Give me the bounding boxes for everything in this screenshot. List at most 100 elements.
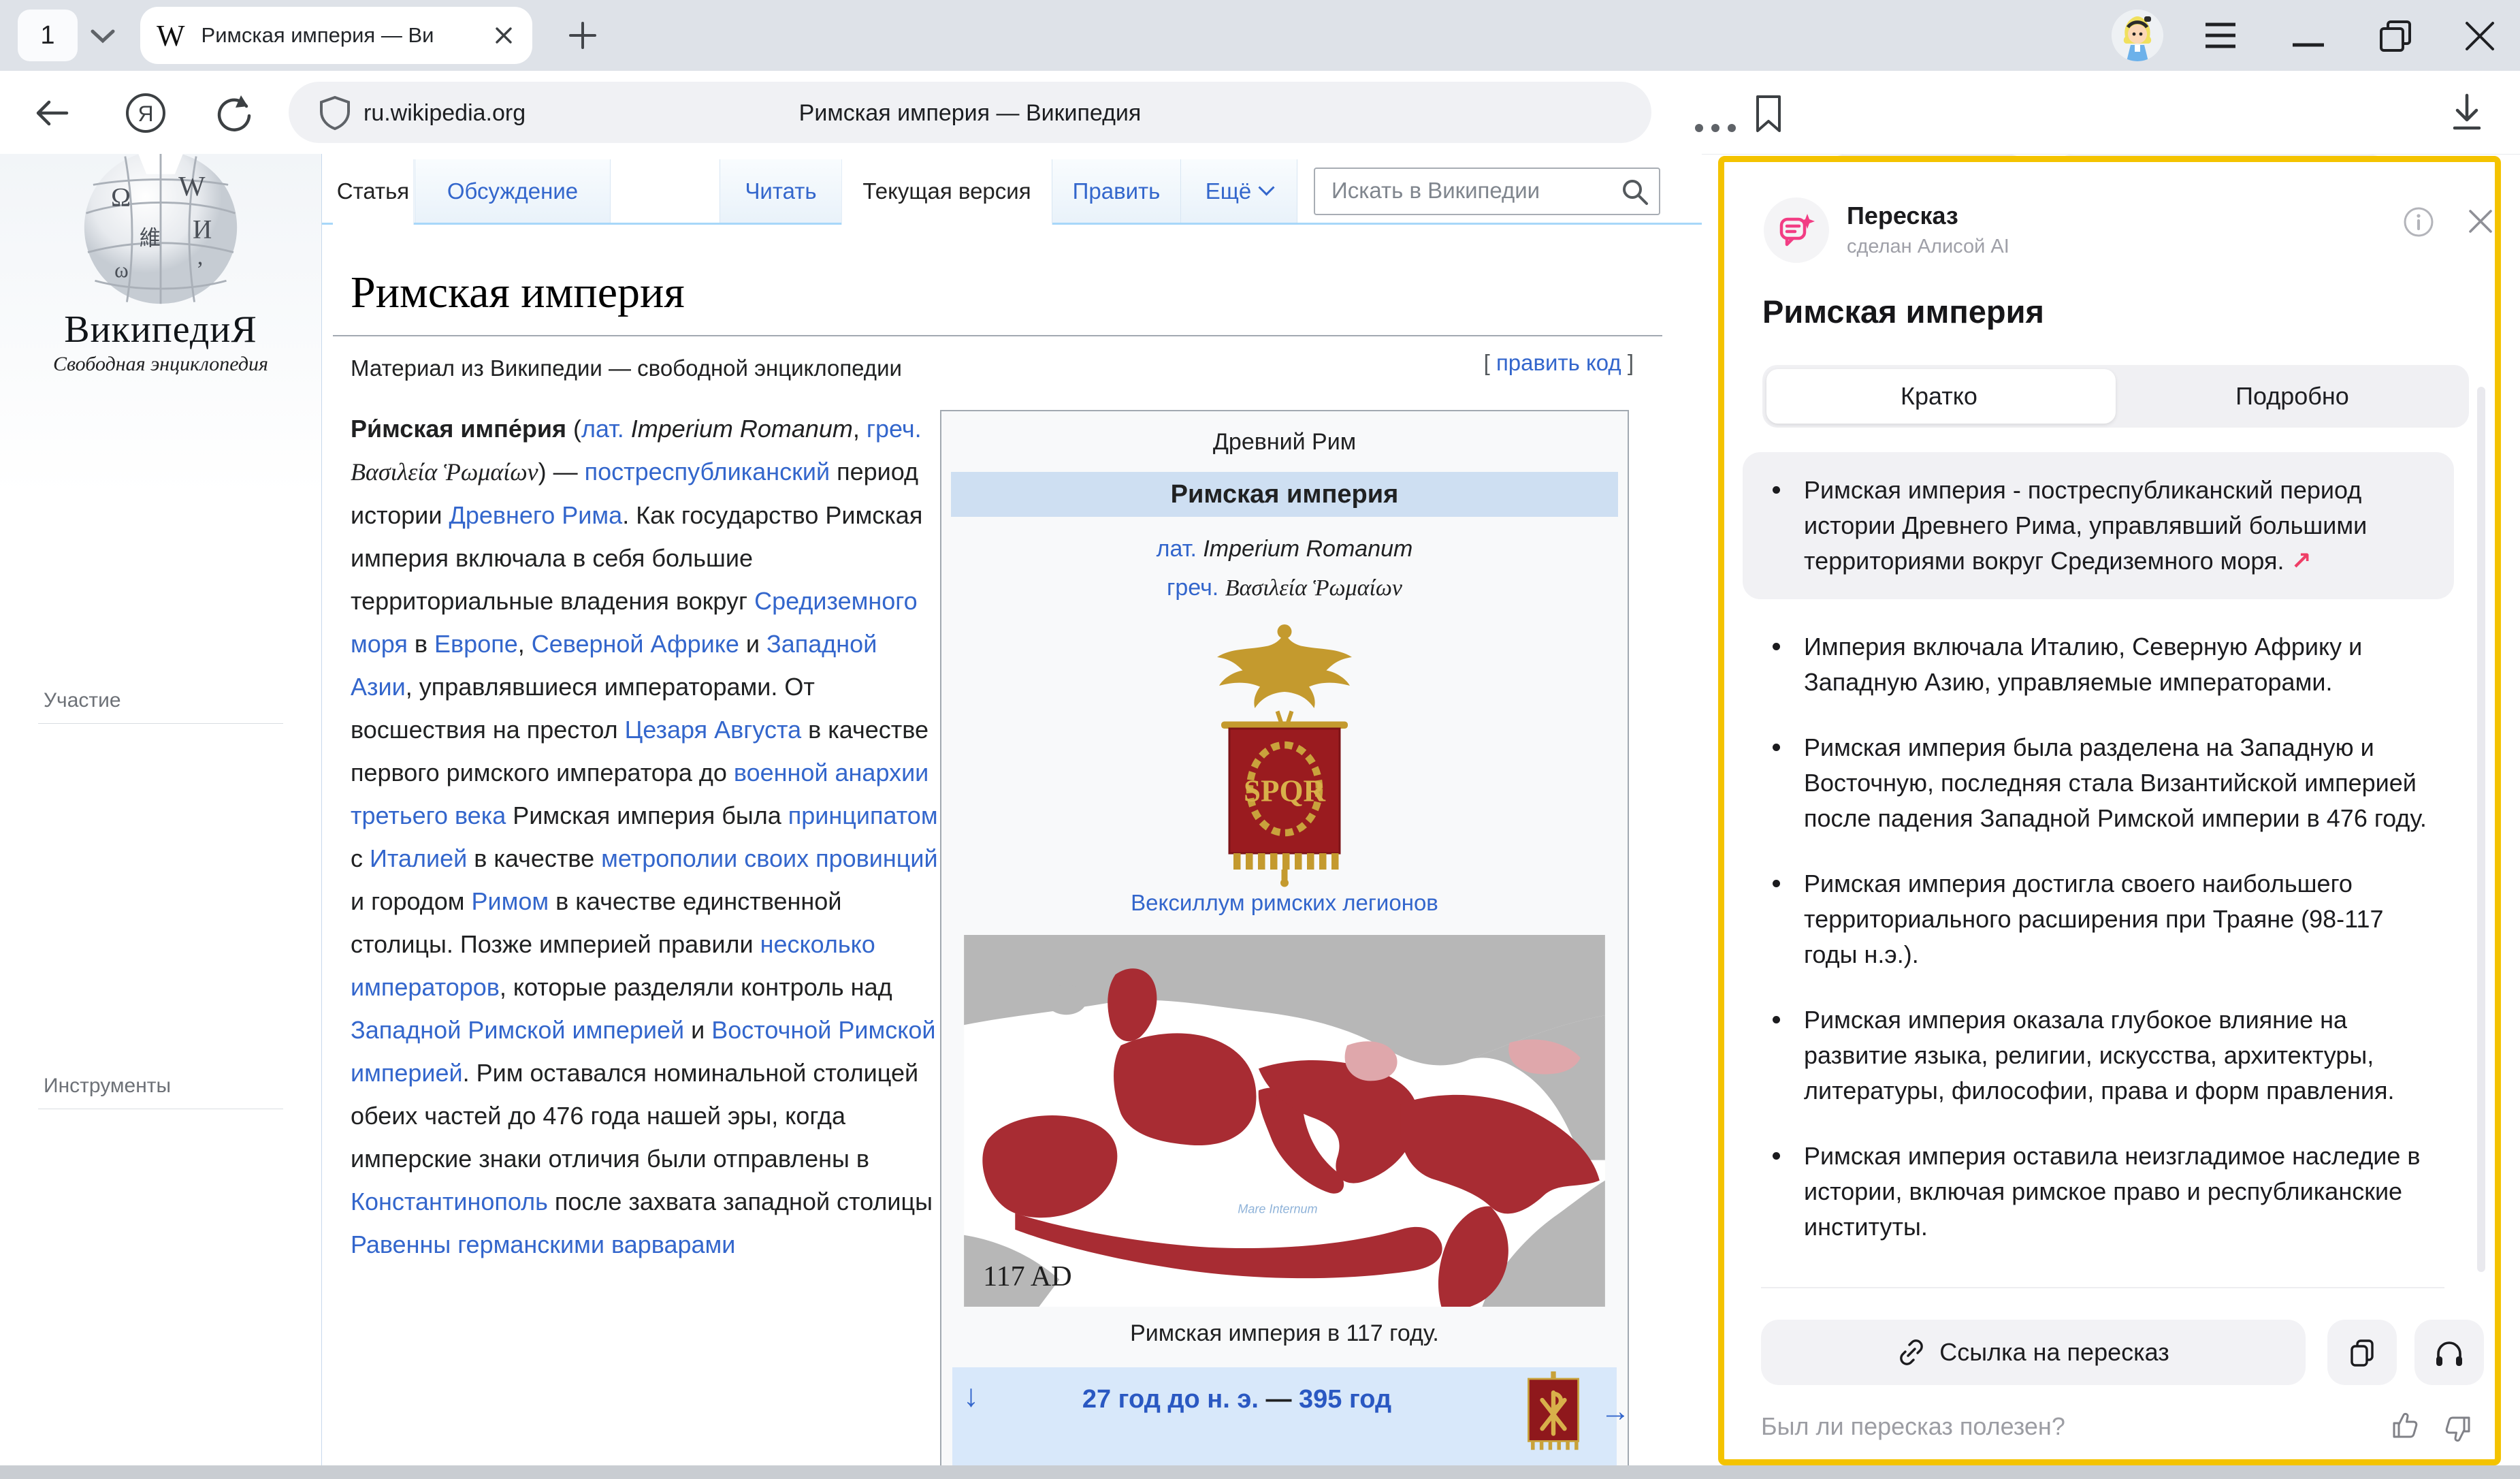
summary-bullet: Римская империя была разделена на Западн… [1763, 730, 2434, 836]
search-icon[interactable] [1620, 177, 1650, 207]
panel-subtitle: сделан Алисой AI [1847, 236, 2009, 258]
chevron-down-icon [1259, 179, 1275, 195]
tab-edit[interactable]: Править [1052, 159, 1181, 223]
url-field[interactable]: ru.wikipedia.org Римская империя — Викип… [289, 82, 1651, 143]
download-icon[interactable] [2445, 91, 2489, 135]
thumb-down-icon[interactable] [2440, 1412, 2474, 1446]
svg-text:W: W [178, 171, 206, 202]
title-rule [333, 335, 1662, 336]
infobox-name: Римская империя [951, 472, 1618, 517]
wikipedia-favicon: W [157, 18, 185, 53]
panel-title: Пересказ [1847, 202, 1958, 230]
link-icon [1897, 1338, 1926, 1367]
wiki-search-box[interactable] [1314, 168, 1660, 215]
wikipedia-globe-logo[interactable]: Ω W И 維 ʼ ω [68, 154, 253, 309]
article-title: Римская империя [351, 267, 685, 319]
tab-brief[interactable]: Кратко [1762, 365, 2116, 428]
summary-bullet: Римская империя - постреспубликанский пе… [1743, 452, 2454, 599]
feedback-question: Был ли пересказ полезен? [1761, 1412, 2065, 1441]
summary-bullet: Римская империя оставила неизгладимое на… [1763, 1139, 2434, 1245]
browser-tab[interactable]: W Римская империя — Ви [140, 7, 532, 64]
page-title: Римская империя — Википедия [289, 100, 1651, 127]
empire-map[interactable]: Mare Internum 117 AD [963, 935, 1606, 1307]
search-input[interactable] [1330, 173, 1619, 208]
yandex-icon[interactable]: Я [124, 91, 167, 135]
svg-text:И: И [193, 215, 212, 244]
map-year-label: 117 AD [983, 1261, 1071, 1292]
minimize-icon[interactable] [2291, 42, 2325, 48]
tab-group-count: 1 [40, 21, 54, 50]
empire-period[interactable]: 27 год до н. э. — 395 год [952, 1385, 1521, 1414]
info-icon[interactable] [2402, 206, 2435, 238]
svg-text:Ω: Ω [111, 183, 131, 212]
tab-group-chip[interactable]: 1 [18, 10, 78, 61]
wikipedia-tagline: Свободная энциклопедия [0, 353, 321, 376]
summary-link-button[interactable]: Ссылка на пересказ [1761, 1320, 2306, 1385]
chi-rho-banner-flag[interactable] [1516, 1371, 1591, 1459]
tab-current-version[interactable]: Текущая версия [841, 159, 1052, 225]
tab-group-chevron-icon[interactable] [87, 26, 118, 45]
bookmark-icon[interactable] [1751, 93, 1786, 135]
infobox-topline[interactable]: Древний Рим [941, 429, 1628, 456]
wiki-sidebar: Ω W И 維 ʼ ω ВикипедиЯ Свободная энциклоп… [0, 154, 322, 1465]
copy-button[interactable] [2327, 1320, 2397, 1385]
wikipedia-wordmark[interactable]: ВикипедиЯ [0, 308, 321, 351]
sidebar-tools-links [44, 1124, 275, 1133]
edit-code[interactable]: править код [1496, 350, 1621, 375]
restore-icon[interactable] [2378, 19, 2414, 54]
summary-bullet: Римская империя достигла своего наибольш… [1763, 866, 2434, 972]
summary-bullets: Римская империя - постреспубликанский пе… [1763, 452, 2444, 1275]
sidebar-divider [38, 723, 283, 724]
profile-avatar[interactable] [2112, 10, 2163, 61]
browser-tabstrip: 1 W Римская империя — Ви [0, 0, 2520, 71]
infobox-period-band: ↓ 27 год до н. э. — 395 год → [952, 1367, 1617, 1465]
close-window-icon[interactable] [2463, 19, 2497, 53]
map-sea-label: Mare Internum [1238, 1203, 1317, 1216]
close-panel-icon[interactable] [2465, 206, 2496, 237]
tab-title: Римская империя — Ви [201, 23, 491, 48]
more-icon[interactable] [1692, 123, 1739, 133]
address-bar: Я ru.wikipedia.org Римская империя — Вик… [0, 71, 2520, 155]
tab-close-icon[interactable] [491, 23, 516, 48]
thumb-up-icon[interactable] [2389, 1408, 2423, 1442]
infobox: Древний Рим Римская империя лат. Imperiu… [940, 410, 1629, 1465]
article-subtitle: Материал из Википедии — свободной энцикл… [351, 355, 902, 381]
external-link-icon[interactable]: ↗ [2284, 547, 2311, 575]
tab-article[interactable]: Статья [333, 159, 414, 225]
tab-detailed[interactable]: Подробно [2116, 365, 2469, 428]
summary-bullet: Римская империя оказала глубокое влияние… [1763, 1002, 2434, 1109]
back-icon[interactable] [33, 94, 71, 132]
summary-heading: Римская империя [1762, 293, 2044, 330]
infobox-greek-name: греч. Βασιλεία Ῥωμαίων [941, 575, 1628, 601]
tab-more[interactable]: Ещё [1180, 159, 1297, 223]
wiki-tab-row: Статья Обсуждение Читать Текущая версия … [322, 154, 1702, 225]
wikipedia-page: Ω W И 維 ʼ ω ВикипедиЯ Свободная энциклоп… [0, 154, 1702, 1465]
summary-mode-switch: Кратко Подробно [1762, 365, 2469, 428]
panel-divider [1761, 1287, 2444, 1288]
retell-panel: Пересказ сделан Алисой AI Римская импери… [1718, 156, 2501, 1465]
menu-icon[interactable] [2203, 20, 2238, 50]
svg-text:ʼ: ʼ [196, 257, 204, 283]
tab-talk[interactable]: Обсуждение [415, 159, 611, 223]
vexillum-image[interactable]: SPQR [1182, 615, 1387, 887]
sidebar-section-header: Участие [44, 689, 121, 712]
panel-scrollbar[interactable] [2477, 387, 2485, 1272]
sidebar-section-header: Инструменты [44, 1075, 171, 1098]
screen: 1 W Римская империя — Ви [0, 0, 2520, 1479]
svg-text:維: 維 [140, 226, 161, 250]
map-caption: Римская империя в 117 году. [941, 1320, 1628, 1347]
svg-text:ω: ω [114, 258, 129, 282]
vexillum-caption[interactable]: Вексиллум римских легионов [941, 890, 1628, 916]
svg-text:SPQR: SPQR [1244, 774, 1326, 808]
listen-button[interactable] [2414, 1320, 2484, 1385]
infobox-latin-name: лат. Imperium Romanum [941, 536, 1628, 562]
summary-bullet: Империя включала Италию, Северную Африку… [1763, 629, 2434, 700]
right-arrow-icon[interactable]: → [1600, 1395, 1630, 1429]
new-tab-button[interactable] [558, 11, 607, 60]
article-lead-paragraph: Ри́мская импе́рия (лат. Imperium Romanum… [351, 407, 941, 1266]
window-bottom-edge [0, 1465, 2520, 1479]
svg-text:Я: Я [138, 101, 153, 126]
reload-icon[interactable] [212, 91, 256, 135]
retell-panel-icon [1764, 197, 1829, 263]
tab-read[interactable]: Читать [720, 159, 842, 223]
